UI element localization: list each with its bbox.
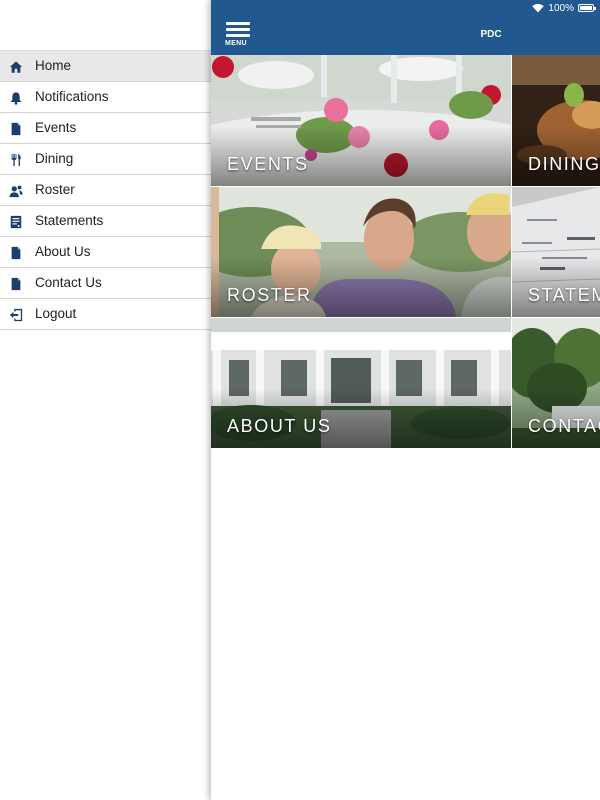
tile-events[interactable]: EVENTS	[211, 55, 511, 186]
tile-about[interactable]: ABOUT US	[211, 318, 511, 448]
main-panel: 100% MENU PDC EVENTS DINING ROSTER STATE…	[211, 0, 600, 800]
sidebar-item-label: Roster	[35, 182, 75, 197]
tile-label: ABOUT US	[227, 416, 332, 436]
status-bar: 100%	[532, 2, 596, 14]
sidebar-item-about-us[interactable]: About Us	[0, 237, 211, 268]
home-icon	[8, 59, 23, 74]
tile-label: CONTACT US	[528, 416, 600, 436]
statement-icon	[8, 214, 23, 229]
sidebar-item-label: Logout	[35, 306, 77, 321]
sidebar-item-label: Events	[35, 120, 77, 135]
sidebar-item-label: Dining	[35, 151, 74, 166]
tile-contact[interactable]: CONTACT US	[512, 318, 600, 448]
battery-icon	[578, 4, 596, 12]
battery-percent: 100%	[548, 2, 574, 14]
hamburger-icon	[226, 22, 250, 25]
document-icon	[8, 276, 23, 291]
nav-bar: 100% MENU PDC	[211, 0, 600, 55]
sidebar-item-roster[interactable]: Roster	[0, 175, 211, 206]
sidebar-item-label: Statements	[35, 213, 104, 228]
side-menu: Home Notifications Events Dining Roster	[0, 0, 211, 800]
wifi-icon	[532, 3, 545, 13]
sidebar-item-label: Contact Us	[35, 275, 102, 290]
sidebar-item-statements[interactable]: Statements	[0, 206, 211, 237]
sidebar-item-logout[interactable]: Logout	[0, 299, 211, 330]
sidebar-item-notifications[interactable]: Notifications	[0, 82, 211, 113]
document-icon	[8, 121, 23, 136]
sidebar-item-events[interactable]: Events	[0, 113, 211, 144]
menu-button[interactable]: MENU	[225, 22, 253, 50]
sidebar-item-label: Notifications	[35, 89, 109, 104]
logout-icon	[8, 307, 23, 322]
bell-icon	[8, 90, 23, 105]
document-icon	[8, 245, 23, 260]
page-title: PDC	[480, 29, 502, 40]
sidebar-item-label: About Us	[35, 244, 91, 259]
sidebar-item-label: Home	[35, 58, 72, 73]
people-icon	[8, 183, 23, 198]
tile-label: ROSTER	[227, 285, 312, 305]
menu-list: Home Notifications Events Dining Roster	[0, 50, 211, 330]
tile-label: DINING	[528, 154, 600, 174]
tile-label: EVENTS	[227, 154, 309, 174]
menu-button-label: MENU	[225, 40, 247, 47]
tile-label: STATEMENTS	[528, 285, 600, 305]
sidebar-item-dining[interactable]: Dining	[0, 144, 211, 175]
tile-dining[interactable]: DINING	[512, 55, 600, 186]
tile-roster[interactable]: ROSTER	[211, 187, 511, 317]
tile-grid: EVENTS DINING ROSTER STATE ABOUT US CONT…	[211, 55, 600, 448]
tile-statements[interactable]: STATEMENTS	[512, 187, 600, 317]
fork-knife-icon	[8, 152, 23, 167]
sidebar-item-contact-us[interactable]: Contact Us	[0, 268, 211, 299]
sidebar-item-home[interactable]: Home	[0, 51, 211, 82]
